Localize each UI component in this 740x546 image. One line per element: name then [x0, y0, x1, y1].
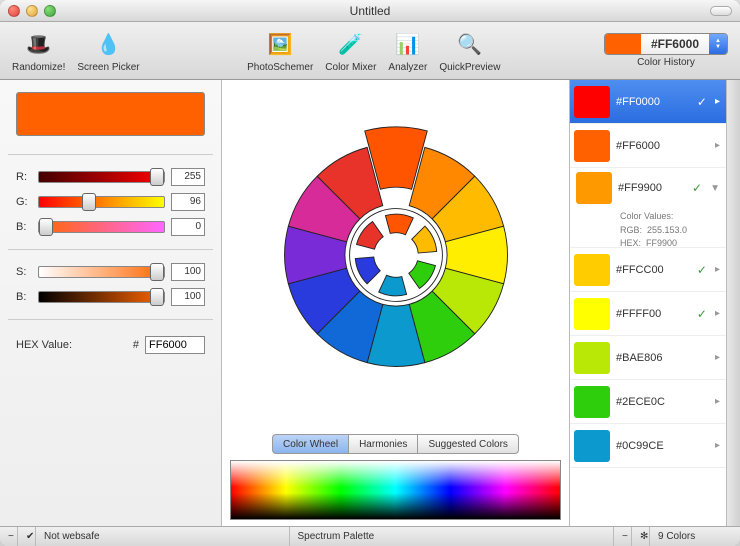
chevron-right-icon[interactable]: ▸: [715, 140, 720, 151]
r-label: R:: [16, 171, 32, 183]
tubes-icon: 🧪: [335, 28, 367, 60]
b-slider[interactable]: [38, 221, 165, 233]
randomize-button[interactable]: 🎩 Randomize!: [8, 26, 69, 75]
window-title: Untitled: [350, 4, 391, 18]
g-slider[interactable]: [38, 196, 165, 208]
history-hex: #0C99CE: [616, 440, 709, 452]
websafe-status: Not websafe: [36, 527, 290, 546]
toolbar-toggle-button[interactable]: [710, 6, 732, 16]
tab-harmonies[interactable]: Harmonies: [348, 434, 417, 454]
chevron-right-icon[interactable]: ▸: [715, 352, 720, 363]
history-item[interactable]: #FFFF00 ✓ ▸: [570, 292, 726, 336]
history-item[interactable]: #0C99CE ▸: [570, 424, 726, 468]
history-hex: #FF0000: [616, 96, 691, 108]
history-item[interactable]: #FF6000 ▸: [570, 124, 726, 168]
color-wheel[interactable]: [266, 125, 526, 385]
s-label: S:: [16, 266, 32, 278]
history-hex: #2ECE0C: [616, 396, 709, 408]
history-item[interactable]: #FF0000 ✓ ▸: [570, 80, 726, 124]
history-swatch: [574, 86, 610, 118]
history-hex: #FF6000: [616, 140, 709, 152]
color-history-list[interactable]: #FF0000 ✓ ▸ #FF6000 ▸ #FF9900 ✓ ▼ Color Values:R…: [570, 80, 726, 526]
current-color-dropdown[interactable]: #FF6000: [604, 33, 728, 55]
r-value[interactable]: 255: [171, 168, 205, 186]
chevron-right-icon[interactable]: ▸: [715, 396, 720, 407]
b-label: B:: [16, 221, 32, 233]
chevron-right-icon[interactable]: ▸: [715, 440, 720, 451]
check-icon: ✓: [697, 307, 707, 321]
history-item[interactable]: #BAE806 ▸: [570, 336, 726, 380]
history-item[interactable]: #FF9900 ✓ ▼ Color Values:RGB: 255.153.0HEX:…: [570, 168, 726, 248]
g-label: G:: [16, 196, 32, 208]
analyzer-button[interactable]: 📊 Analyzer: [384, 26, 431, 75]
history-swatch: [574, 130, 610, 162]
brightness-label: B:: [16, 291, 32, 303]
color-count: 9 Colors: [650, 527, 740, 546]
chevron-right-icon[interactable]: ▸: [715, 264, 720, 275]
brightness-value[interactable]: 100: [171, 288, 205, 306]
color-history-label: Color History: [637, 57, 695, 68]
tab-suggested[interactable]: Suggested Colors: [417, 434, 519, 454]
history-hex: #FF9900: [618, 182, 686, 194]
history-item[interactable]: #2ECE0C ▸: [570, 380, 726, 424]
g-value[interactable]: 96: [171, 193, 205, 211]
minimize-button[interactable]: [26, 5, 38, 17]
history-swatch: [574, 342, 610, 374]
history-hex: #FFCC00: [616, 264, 691, 276]
quickpreview-button[interactable]: 🔍 QuickPreview: [435, 26, 504, 75]
history-swatch: [576, 172, 612, 204]
photoschemer-button[interactable]: 🖼️ PhotoSchemer: [243, 26, 317, 75]
chevron-down-icon[interactable]: ▼: [710, 183, 720, 194]
status-check-button[interactable]: ✔: [18, 527, 36, 546]
chevron-right-icon[interactable]: ▸: [715, 308, 720, 319]
b-value[interactable]: 0: [171, 218, 205, 236]
status-minus-button[interactable]: −: [0, 527, 18, 546]
r-slider[interactable]: [38, 171, 165, 183]
check-icon: ✓: [697, 95, 707, 109]
color-mixer-button[interactable]: 🧪 Color Mixer: [321, 26, 380, 75]
history-swatch: [574, 298, 610, 330]
hex-input[interactable]: [145, 336, 205, 354]
close-button[interactable]: [8, 5, 20, 17]
history-swatch: [574, 254, 610, 286]
chevron-right-icon[interactable]: ▸: [715, 96, 720, 107]
history-swatch: [574, 386, 610, 418]
palette-name[interactable]: Spectrum Palette: [290, 527, 614, 546]
color-details: Color Values:RGB: 255.153.0HEX: FF9900: [576, 210, 687, 251]
history-item[interactable]: #FFCC00 ✓ ▸: [570, 248, 726, 292]
scrollbar[interactable]: [726, 80, 740, 526]
stepper-arrows-icon[interactable]: [709, 34, 727, 54]
chart-icon: 📊: [392, 28, 424, 60]
brightness-slider[interactable]: [38, 291, 165, 303]
zoom-button[interactable]: [44, 5, 56, 17]
hat-icon: 🎩: [23, 28, 55, 60]
tab-color-wheel[interactable]: Color Wheel: [272, 434, 348, 454]
current-color-hex: #FF6000: [641, 37, 709, 51]
hex-label: HEX Value:: [16, 339, 127, 351]
check-icon: ✓: [692, 181, 702, 195]
current-color-swatch: [605, 34, 641, 54]
s-slider[interactable]: [38, 266, 165, 278]
spectrum-palette[interactable]: [230, 460, 561, 520]
history-hex: #BAE806: [616, 352, 709, 364]
hex-hash: #: [133, 339, 139, 351]
s-value[interactable]: 100: [171, 263, 205, 281]
history-hex: #FFFF00: [616, 308, 691, 320]
history-minus-button[interactable]: −: [614, 527, 632, 546]
history-gear-button[interactable]: ✻: [632, 527, 650, 546]
magnifier-icon: 🔍: [454, 28, 486, 60]
main-swatch: [16, 92, 205, 136]
dropper-icon: 💧: [92, 28, 124, 60]
check-icon: ✓: [697, 263, 707, 277]
screen-picker-button[interactable]: 💧 Screen Picker: [73, 26, 143, 75]
history-swatch: [574, 430, 610, 462]
photo-icon: 🖼️: [264, 28, 296, 60]
